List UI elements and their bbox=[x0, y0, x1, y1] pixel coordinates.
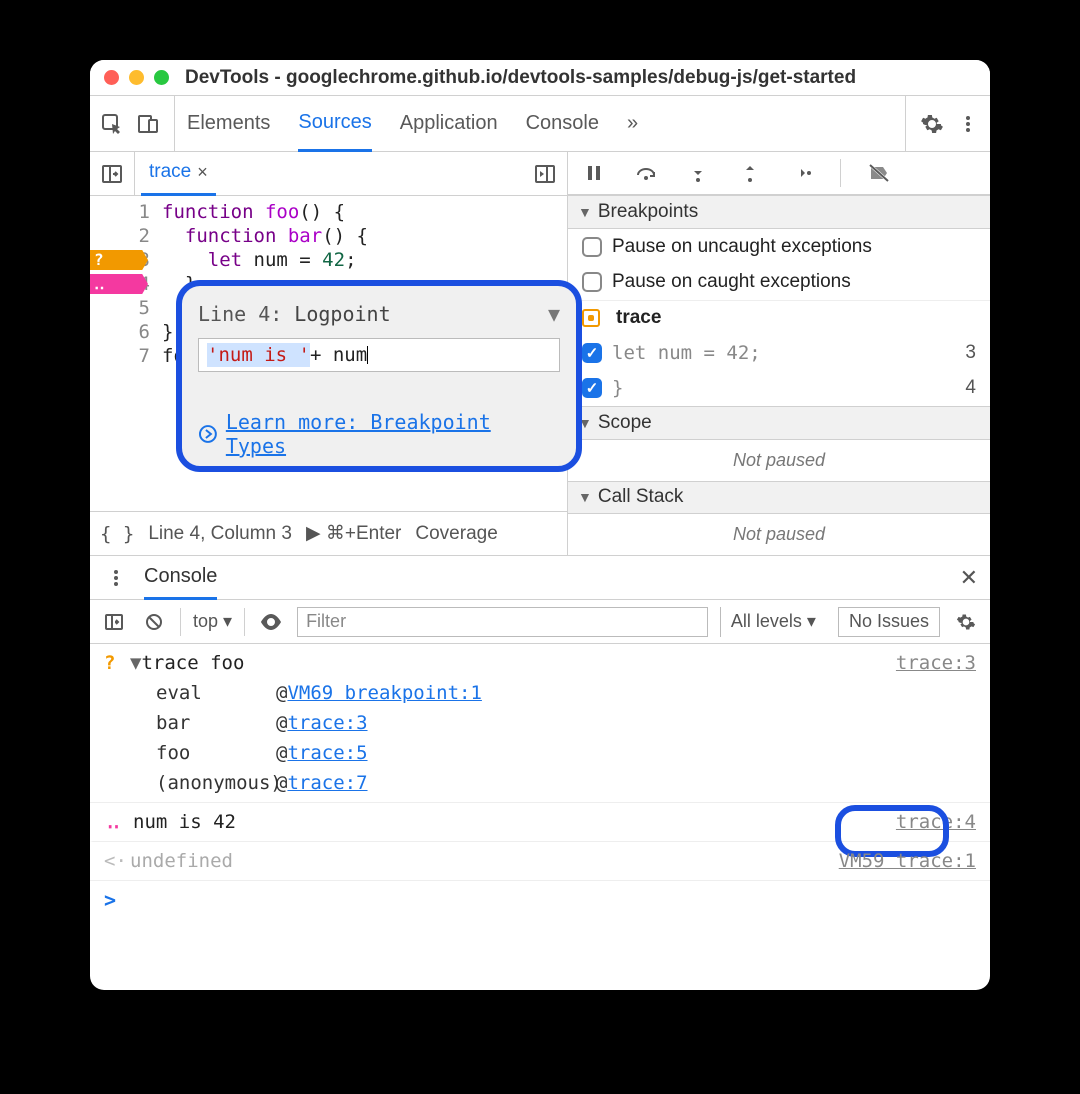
tab-more[interactable]: » bbox=[627, 96, 638, 152]
file-tabbar: trace × bbox=[90, 152, 567, 196]
chevron-down-icon[interactable]: ▼ bbox=[548, 302, 560, 326]
log-levels-select[interactable]: All levels ▾ bbox=[720, 607, 826, 637]
window-controls bbox=[104, 70, 169, 85]
breakpoint-type-select[interactable]: Logpoint bbox=[294, 302, 540, 326]
coverage-button[interactable]: Coverage bbox=[415, 523, 497, 545]
main-tabbar: Elements Sources Application Console » bbox=[90, 96, 990, 152]
debugger-pane: ▼Breakpoints Pause on uncaught exception… bbox=[568, 152, 990, 555]
context-selector[interactable]: top ▾ bbox=[193, 611, 232, 632]
step-into-icon[interactable] bbox=[684, 159, 712, 187]
stack-link[interactable]: trace:7 bbox=[287, 768, 367, 798]
titlebar: DevTools - googlechrome.github.io/devtoo… bbox=[90, 60, 990, 96]
file-tab-label: trace bbox=[149, 161, 191, 183]
stack-link[interactable]: trace:3 bbox=[287, 708, 367, 738]
breakpoint-marker-line3[interactable]: ? bbox=[90, 250, 148, 270]
run-snippet-icon[interactable] bbox=[531, 160, 559, 188]
callstack-not-paused: Not paused bbox=[568, 514, 990, 555]
source-link[interactable]: trace:3 bbox=[896, 648, 976, 798]
scope-section-header[interactable]: ▼Scope bbox=[568, 406, 990, 440]
step-icon[interactable] bbox=[788, 159, 816, 187]
tab-elements[interactable]: Elements bbox=[187, 96, 270, 152]
breakpoint-item-4[interactable]: }4 bbox=[568, 371, 990, 406]
kebab-icon[interactable] bbox=[102, 564, 130, 592]
console-toolbar: top ▾ Filter All levels ▾ No Issues bbox=[90, 600, 990, 644]
drawer-tab-console[interactable]: Console bbox=[144, 556, 217, 600]
window-title: DevTools - googlechrome.github.io/devtoo… bbox=[185, 67, 856, 89]
device-icon[interactable] bbox=[134, 110, 162, 138]
callstack-section-header[interactable]: ▼Call Stack bbox=[568, 481, 990, 515]
console-prompt[interactable]: > bbox=[90, 881, 990, 919]
editor-status-bar: { } Line 4, Column 3 ▶ ⌘+Enter Coverage bbox=[90, 511, 567, 555]
breakpoints-section-header[interactable]: ▼Breakpoints bbox=[568, 195, 990, 229]
console-trace-row[interactable]: ? ▼trace foo eval@ VM69 breakpoint:1 bar… bbox=[90, 644, 990, 803]
minimize-window-button[interactable] bbox=[129, 70, 144, 85]
show-navigator-icon[interactable] bbox=[98, 160, 126, 188]
console-output: ? ▼trace foo eval@ VM69 breakpoint:1 bar… bbox=[90, 644, 990, 919]
popup-line-label: Line 4: bbox=[198, 302, 282, 326]
breakpoint-file-row[interactable]: trace bbox=[568, 300, 990, 335]
console-result-row[interactable]: <· undefined VM59 trace:1 bbox=[90, 842, 990, 881]
tab-console[interactable]: Console bbox=[526, 96, 599, 152]
logpoint-expression-input[interactable]: 'num is ' + num bbox=[198, 338, 560, 372]
stack-link[interactable]: trace:5 bbox=[287, 738, 367, 768]
caught-exceptions-checkbox[interactable]: Pause on caught exceptions bbox=[568, 264, 990, 299]
logpoint-editor-popup: Line 4: Logpoint ▼ 'num is ' + num Learn… bbox=[176, 280, 582, 472]
gear-icon[interactable] bbox=[952, 608, 980, 636]
tab-sources[interactable]: Sources bbox=[298, 96, 371, 152]
source-link[interactable]: trace:4 bbox=[896, 807, 976, 837]
inspect-icon[interactable] bbox=[98, 110, 126, 138]
trace-icon: ? bbox=[104, 652, 115, 674]
cursor-position: Line 4, Column 3 bbox=[148, 523, 292, 545]
drawer-tabbar: Console ✕ bbox=[90, 556, 990, 600]
gear-icon[interactable] bbox=[918, 110, 946, 138]
logpoint-icon: ‥ bbox=[107, 811, 120, 833]
stack-link[interactable]: VM69 breakpoint:1 bbox=[287, 678, 481, 708]
console-log-row[interactable]: ‥ num is 42 trace:4 bbox=[90, 803, 990, 842]
clear-console-icon[interactable] bbox=[140, 608, 168, 636]
logpoint-marker-line4[interactable]: ‥ bbox=[90, 274, 148, 294]
tab-application[interactable]: Application bbox=[400, 96, 498, 152]
live-expression-icon[interactable] bbox=[257, 608, 285, 636]
close-window-button[interactable] bbox=[104, 70, 119, 85]
kebab-icon[interactable] bbox=[954, 110, 982, 138]
console-sidebar-icon[interactable] bbox=[100, 608, 128, 636]
file-tab-trace[interactable]: trace × bbox=[141, 152, 216, 196]
scope-not-paused: Not paused bbox=[568, 440, 990, 481]
issues-button[interactable]: No Issues bbox=[838, 607, 940, 637]
breakpoint-item-3[interactable]: let num = 42;3 bbox=[568, 335, 990, 370]
step-over-icon[interactable] bbox=[632, 159, 660, 187]
devtools-window: DevTools - googlechrome.github.io/devtoo… bbox=[90, 60, 990, 990]
maximize-window-button[interactable] bbox=[154, 70, 169, 85]
uncaught-exceptions-checkbox[interactable]: Pause on uncaught exceptions bbox=[568, 229, 990, 264]
close-file-icon[interactable]: × bbox=[197, 162, 208, 183]
line-gutter: 1 2 ?3 ‥4 5 6 7 bbox=[90, 196, 162, 511]
source-link[interactable]: VM59 trace:1 bbox=[839, 846, 976, 876]
pause-icon[interactable] bbox=[580, 159, 608, 187]
close-drawer-icon[interactable]: ✕ bbox=[960, 565, 978, 591]
chevron-down-icon: ▼ bbox=[578, 204, 592, 220]
pretty-print-icon[interactable]: { } bbox=[100, 523, 134, 545]
step-out-icon[interactable] bbox=[736, 159, 764, 187]
learn-more-link[interactable]: Learn more: Breakpoint Types bbox=[198, 410, 560, 458]
code-editor[interactable]: 1 2 ?3 ‥4 5 6 7 function foo() { functio… bbox=[90, 196, 567, 511]
chevron-down-icon: ▼ bbox=[578, 489, 592, 505]
deactivate-breakpoints-icon[interactable] bbox=[865, 159, 893, 187]
filter-input[interactable]: Filter bbox=[297, 607, 708, 637]
run-shortcut[interactable]: ▶ ⌘+Enter bbox=[306, 522, 401, 545]
file-badge-icon bbox=[582, 309, 600, 327]
sources-editor-pane: trace × 1 2 ?3 ‥4 5 bbox=[90, 152, 568, 555]
debugger-toolbar bbox=[568, 152, 990, 195]
